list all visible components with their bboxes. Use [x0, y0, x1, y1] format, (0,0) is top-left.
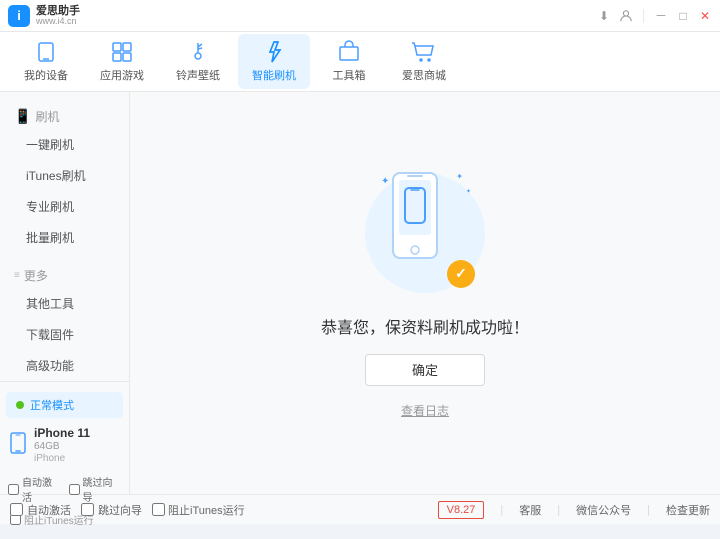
footer-setup-guide-label: 跳过向导 [98, 502, 142, 518]
nav-store-label: 爱思商城 [402, 67, 446, 83]
footer-block-itunes-check[interactable]: 阻止iTunes运行 [152, 502, 245, 518]
close-btn[interactable]: ✕ [698, 9, 712, 23]
footer-block-itunes: 阻止iTunes运行 [152, 502, 245, 518]
footer-left: 自动激活 跳过向导 阻止iTunes运行 [10, 502, 438, 518]
footer-block-itunes-label: 阻止iTunes运行 [168, 502, 245, 518]
nav-store[interactable]: 爱思商城 [388, 34, 460, 89]
nav-smart-flash[interactable]: 智能刷机 [238, 34, 310, 89]
content-area: ✦ ✦ ✦ ✓ 恭喜您，保资料刷机成功啦！ 确定 [130, 92, 720, 494]
sparkle-3: ✦ [466, 188, 471, 195]
view-log-link[interactable]: 查看日志 [401, 402, 449, 419]
sidebar-advanced[interactable]: 高级功能 [0, 350, 129, 381]
nav-ringtones[interactable]: 铃声壁纸 [162, 34, 234, 89]
titlebar-right: ⬇ － □ ✕ [597, 9, 712, 23]
nav-apps-games[interactable]: 应用游戏 [86, 34, 158, 89]
titlebar-left: i 爱思助手 www.i4.cn [8, 5, 80, 27]
sparkle-2: ✦ [456, 172, 463, 181]
device-mode: 正常模式 [6, 392, 123, 418]
titlebar: i 爱思助手 www.i4.cn ⬇ － □ ✕ [0, 0, 720, 32]
titlebar-divider [643, 9, 644, 23]
auto-activate-label: 自动激活 [22, 474, 61, 504]
logo-main: 爱思助手 [36, 5, 80, 17]
sidebar-batch-flash[interactable]: 批量刷机 [0, 222, 129, 253]
sidebar-download-firmware[interactable]: 下载固件 [0, 319, 129, 350]
logo-text: 爱思助手 www.i4.cn [36, 5, 80, 27]
nav-ringtones-label: 铃声壁纸 [176, 67, 220, 83]
device-info: iPhone 11 64GB iPhone [0, 420, 129, 470]
success-illustration: ✦ ✦ ✦ ✓ [365, 168, 485, 298]
sidebar-pro-flash[interactable]: 专业刷机 [0, 191, 129, 222]
confirm-button[interactable]: 确定 [365, 354, 485, 386]
nav-apps-label: 应用游戏 [100, 67, 144, 83]
footer-auto-activate-checkbox[interactable] [10, 503, 23, 516]
nav-tools[interactable]: 工具箱 [314, 34, 384, 89]
sidebar-other-tools[interactable]: 其他工具 [0, 288, 129, 319]
sidebar: 📱 刷机 一键刷机 iTunes刷机 专业刷机 批量刷机 ≡ 更多 其他工具 下… [0, 92, 130, 494]
version-badge: V8.27 [438, 501, 485, 519]
footer-right: V8.27 | 客服 | 微信公众号 | 检查更新 [438, 501, 710, 519]
nav-flash-label: 智能刷机 [252, 67, 296, 83]
success-card: ✦ ✦ ✦ ✓ 恭喜您，保资料刷机成功啦！ 确定 [321, 168, 529, 419]
nav-my-device[interactable]: 我的设备 [10, 34, 82, 89]
minimize-btn[interactable]: － [654, 9, 668, 23]
setup-guide-check[interactable]: 跳过向导 [69, 474, 122, 504]
device-phone-icon [10, 432, 26, 459]
section-more-title: ≡ 更多 [0, 261, 129, 288]
update-link[interactable]: 检查更新 [666, 502, 710, 518]
footer-auto-activate-label: 自动激活 [27, 502, 71, 518]
footer-setup-guide-checkbox[interactable] [81, 503, 94, 516]
sidebar-one-click-flash[interactable]: 一键刷机 [0, 129, 129, 160]
phone-svg [385, 168, 445, 268]
device-name: iPhone 11 [34, 426, 90, 440]
user-btn[interactable] [619, 9, 633, 23]
device-storage: 64GB [34, 441, 90, 452]
success-title: 恭喜您，保资料刷机成功啦！ [321, 314, 529, 338]
phone-section-icon: 📱 [14, 108, 31, 125]
restore-btn[interactable]: □ [676, 9, 690, 23]
logo-url: www.i4.cn [36, 17, 80, 27]
success-badge: ✓ [447, 260, 475, 288]
main-layout: 📱 刷机 一键刷机 iTunes刷机 专业刷机 批量刷机 ≡ 更多 其他工具 下… [0, 92, 720, 494]
download-btn[interactable]: ⬇ [597, 9, 611, 23]
device-mode-dot [16, 401, 24, 409]
nav-my-device-label: 我的设备 [24, 67, 68, 83]
logo-icon: i [8, 5, 30, 27]
support-link[interactable]: 客服 [519, 502, 541, 518]
footer-setup-guide[interactable]: 跳过向导 [81, 502, 142, 518]
device-type: iPhone [34, 453, 90, 464]
device-mode-label: 正常模式 [30, 397, 74, 413]
setup-guide-label: 跳过向导 [83, 474, 122, 504]
auto-activate-check[interactable]: 自动激活 [8, 474, 61, 504]
wechat-link[interactable]: 微信公众号 [576, 502, 631, 518]
sidebar-itunes-flash[interactable]: iTunes刷机 [0, 160, 129, 191]
device-details: iPhone 11 64GB iPhone [34, 426, 90, 464]
auto-activate-checkbox[interactable] [8, 484, 19, 495]
footer-auto-activate[interactable]: 自动激活 [10, 502, 71, 518]
setup-guide-checkbox[interactable] [69, 484, 80, 495]
navbar: 我的设备 应用游戏 铃声壁纸 智能刷机 工具箱 [0, 32, 720, 92]
more-section-icon: ≡ [14, 270, 20, 281]
nav-tools-label: 工具箱 [333, 67, 366, 83]
section-flash-title: 📱 刷机 [0, 102, 129, 129]
footer-block-itunes-checkbox[interactable] [152, 503, 165, 516]
